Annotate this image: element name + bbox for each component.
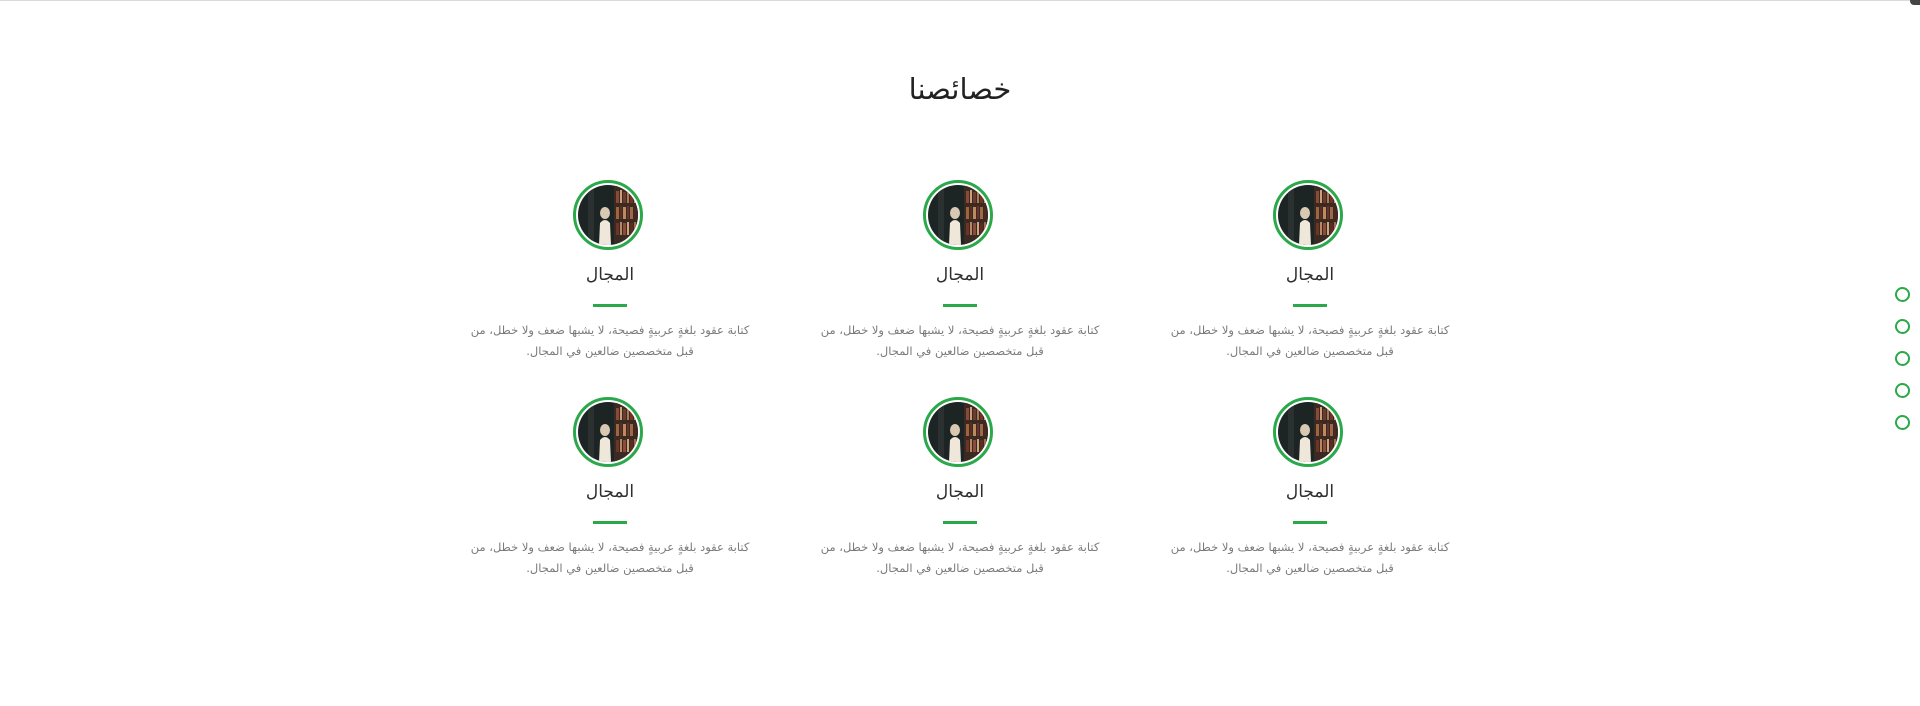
feature-image [573, 180, 643, 250]
feature-image [1273, 180, 1343, 250]
feature-divider [1293, 521, 1327, 524]
library-photo-icon [1278, 402, 1338, 462]
feature-card: المجال كتابة عقود بلغةٍ عربيةٍ فصيحة، لا… [820, 180, 1100, 390]
feature-image [923, 180, 993, 250]
feature-description: كتابة عقود بلغةٍ عربيةٍ فصيحة، لا يشبها … [470, 540, 750, 575]
feature-description: كتابة عقود بلغةٍ عربيةٍ فصيحة، لا يشبها … [470, 323, 750, 358]
library-photo-icon [578, 402, 638, 462]
feature-card: المجال كتابة عقود بلغةٍ عربيةٍ فصيحة، لا… [820, 397, 1100, 607]
library-photo-icon [578, 185, 638, 245]
feature-title: المجال [935, 265, 985, 285]
feature-title: المجال [935, 482, 985, 502]
feature-title: المجال [585, 265, 635, 285]
feature-divider [593, 521, 627, 524]
feature-divider [943, 521, 977, 524]
nav-dot-3[interactable] [1895, 351, 1910, 366]
feature-title: المجال [1285, 265, 1335, 285]
section-dot-navigation [1895, 287, 1911, 430]
feature-title: المجال [585, 482, 635, 502]
feature-divider [593, 304, 627, 307]
feature-card: المجال كتابة عقود بلغةٍ عربيةٍ فصيحة، لا… [470, 180, 750, 390]
feature-divider [1293, 304, 1327, 307]
nav-dot-1[interactable] [1895, 287, 1910, 302]
library-photo-icon [928, 185, 988, 245]
feature-card: المجال كتابة عقود بلغةٍ عربيةٍ فصيحة، لا… [470, 397, 750, 607]
feature-description: كتابة عقود بلغةٍ عربيةٍ فصيحة، لا يشبها … [820, 323, 1100, 358]
feature-card: المجال كتابة عقود بلغةٍ عربيةٍ فصيحة، لا… [1170, 397, 1450, 607]
feature-image [1273, 397, 1343, 467]
library-photo-icon [928, 402, 988, 462]
feature-image [573, 397, 643, 467]
feature-description: كتابة عقود بلغةٍ عربيةٍ فصيحة، لا يشبها … [820, 540, 1100, 575]
feature-card: المجال كتابة عقود بلغةٍ عربيةٍ فصيحة، لا… [1170, 180, 1450, 390]
nav-dot-2[interactable] [1895, 319, 1910, 334]
nav-dot-4[interactable] [1895, 383, 1910, 398]
feature-image [923, 397, 993, 467]
feature-description: كتابة عقود بلغةٍ عربيةٍ فصيحة، لا يشبها … [1170, 540, 1450, 575]
features-section: خصائصنا المجال كتابة عقود بلغةٍ عربيةٍ ف… [0, 0, 1920, 706]
nav-dot-5[interactable] [1895, 415, 1910, 430]
library-photo-icon [1278, 185, 1338, 245]
feature-divider [943, 304, 977, 307]
section-title: خصائصنا [908, 72, 1012, 106]
feature-title: المجال [1285, 482, 1335, 502]
features-grid: المجال كتابة عقود بلغةٍ عربيةٍ فصيحة، لا… [470, 180, 1450, 600]
feature-description: كتابة عقود بلغةٍ عربيةٍ فصيحة، لا يشبها … [1170, 323, 1450, 358]
